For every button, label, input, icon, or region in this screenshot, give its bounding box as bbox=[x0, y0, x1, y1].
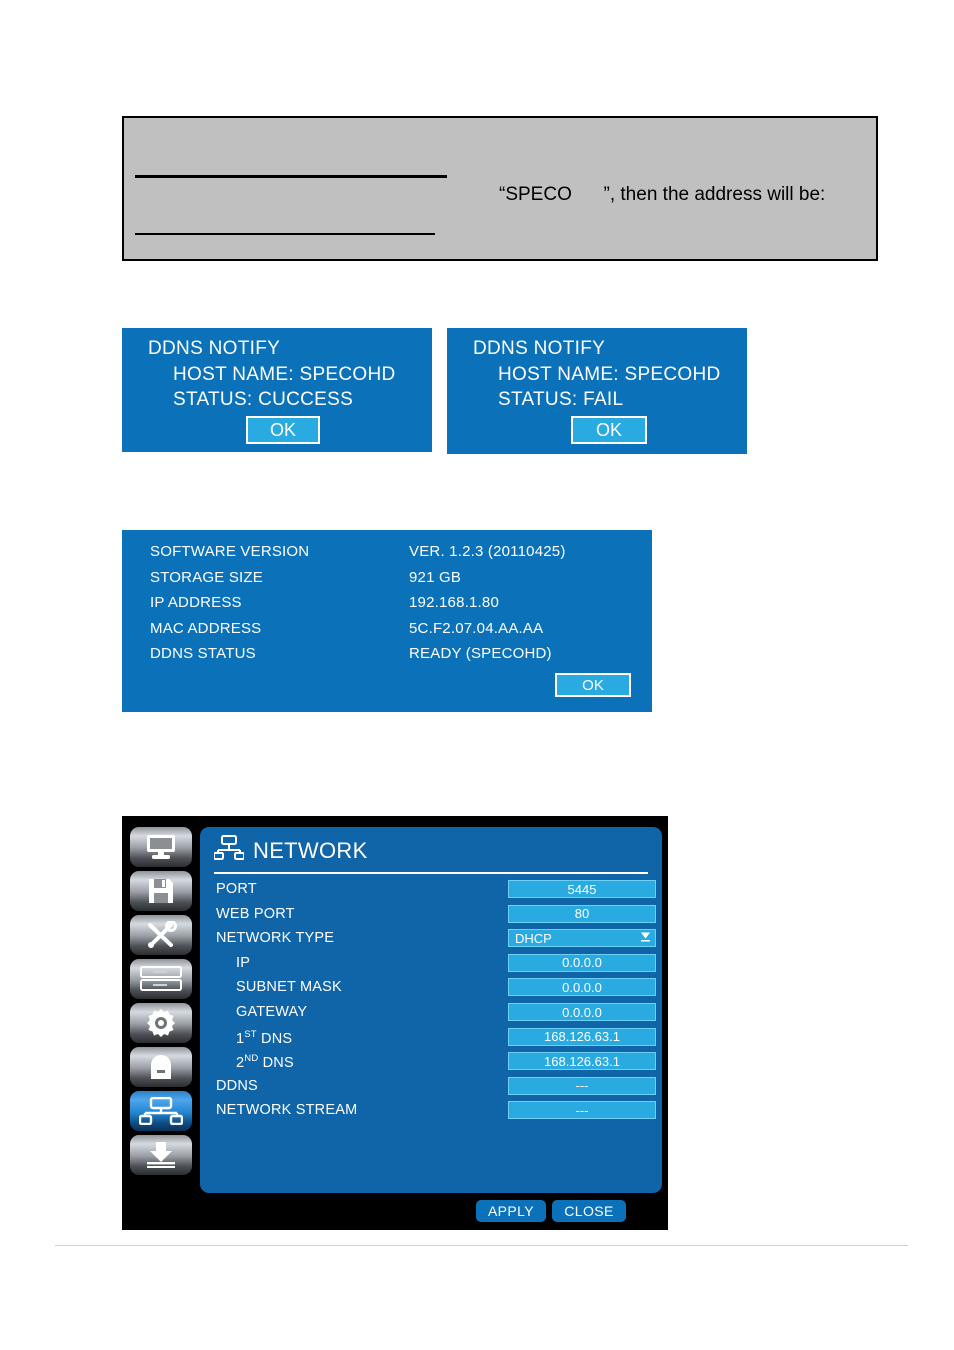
setting-label: GATEWAY bbox=[236, 1004, 308, 1020]
sidebar-security-lock-icon[interactable] bbox=[130, 1047, 192, 1087]
network-setting-row: PORT 5445 bbox=[200, 879, 662, 902]
network-setting-row: DDNS --- bbox=[200, 1076, 662, 1099]
ddns-host-name: HOST NAME: SPECOHD bbox=[173, 364, 396, 385]
network-icon bbox=[213, 835, 245, 866]
network-settings-panel: NETWORK PORT 5445 WEB PORT 80 NETWORK TYPE DH… bbox=[200, 827, 662, 1193]
close-button[interactable]: CLOSE bbox=[552, 1200, 626, 1222]
ddns-title: DDNS NOTIFY bbox=[148, 338, 281, 359]
setting-value: 5445 bbox=[567, 881, 597, 897]
system-info-label: MAC ADDRESS bbox=[150, 619, 262, 637]
setting-value: --- bbox=[575, 1102, 589, 1118]
security-lock-icon bbox=[147, 1053, 175, 1081]
network-setting-row: WEB PORT 80 bbox=[200, 904, 662, 927]
system-gear-icon bbox=[147, 1009, 175, 1037]
chevron-down-icon[interactable] bbox=[640, 932, 651, 945]
backup-download-icon bbox=[145, 1141, 177, 1169]
system-info-value: READY (SPECOHD) bbox=[409, 645, 552, 662]
network-setting-row: NETWORK TYPE DHCP bbox=[200, 928, 662, 951]
setting-value-field[interactable]: 80 bbox=[508, 904, 656, 923]
setting-label: PORT bbox=[216, 881, 257, 897]
ddns-host-name: HOST NAME: SPECOHD bbox=[498, 364, 721, 385]
sidebar-backup-download-icon[interactable] bbox=[130, 1135, 192, 1175]
network-setting-row: GATEWAY 0.0.0.0 bbox=[200, 1002, 662, 1025]
setting-label: SUBNET MASK bbox=[236, 979, 342, 996]
footer-rule bbox=[55, 1245, 908, 1246]
setting-label: NETWORK TYPE bbox=[216, 930, 335, 947]
network-setting-row: NETWORK STREAM --- bbox=[200, 1100, 662, 1123]
ddns-notify-success-dialog: DDNS NOTIFY HOST NAME: SPECOHD STATUS: C… bbox=[122, 328, 432, 452]
dialog-button-bar: APPLY CLOSE bbox=[200, 1200, 662, 1222]
tools-icon bbox=[145, 921, 177, 949]
ddns-title: DDNS NOTIFY bbox=[473, 338, 606, 359]
setting-label: WEB PORT bbox=[216, 905, 295, 922]
system-info-value: 921 GB bbox=[409, 568, 462, 586]
system-info-panel: SOFTWARE VERSION VER. 1.2.3 (20110425) STO… bbox=[122, 530, 652, 712]
network-setup-dialog: NETWORK PORT 5445 WEB PORT 80 NETWORK TYPE DH… bbox=[122, 816, 668, 1230]
system-info-value: VER. 1.2.3 (20110425) bbox=[409, 543, 566, 560]
note-box: “SPECO ”, then the address will be: bbox=[122, 116, 878, 261]
setting-label: IP bbox=[236, 954, 251, 971]
setting-select[interactable]: DHCP bbox=[508, 929, 656, 948]
setting-value-field[interactable]: 0.0.0.0 bbox=[508, 1003, 656, 1021]
note-text: “SPECO ”, then the address will be: bbox=[499, 184, 826, 205]
setting-value-field[interactable]: 0.0.0.0 bbox=[508, 953, 656, 972]
display-icon bbox=[144, 834, 178, 860]
page-title: NETWORK bbox=[253, 837, 368, 863]
setting-value-field[interactable]: 5445 bbox=[508, 880, 656, 898]
setup-sidebar bbox=[130, 827, 192, 1179]
record-save-icon bbox=[147, 878, 175, 904]
sidebar-display-icon[interactable] bbox=[130, 827, 192, 867]
network-panel-header: NETWORK bbox=[213, 835, 368, 866]
setting-label: DDNS bbox=[216, 1077, 258, 1094]
ok-button[interactable]: OK bbox=[246, 416, 320, 444]
sidebar-tools-icon[interactable] bbox=[130, 915, 192, 955]
ddns-notify-fail-dialog: DDNS NOTIFY HOST NAME: SPECOHD STATUS: F… bbox=[447, 328, 747, 454]
setting-value-field[interactable]: --- bbox=[508, 1076, 656, 1095]
sidebar-device-list-icon[interactable] bbox=[130, 959, 192, 999]
sidebar-network-icon[interactable] bbox=[130, 1091, 192, 1131]
device-list-icon bbox=[140, 966, 182, 992]
system-info-label: STORAGE SIZE bbox=[150, 568, 263, 586]
setting-label: NETWORK STREAM bbox=[216, 1102, 358, 1119]
setting-value-field[interactable]: 168.126.63.1 bbox=[508, 1027, 656, 1046]
setting-label: 1ST DNS bbox=[236, 1028, 293, 1047]
ok-button[interactable]: OK bbox=[555, 673, 631, 697]
system-info-value: 192.168.1.80 bbox=[409, 594, 499, 611]
system-info-label: DDNS STATUS bbox=[150, 645, 256, 662]
setting-value-field[interactable]: --- bbox=[508, 1101, 656, 1120]
setting-value: DHCP bbox=[515, 930, 552, 946]
setting-value: 0.0.0.0 bbox=[562, 955, 602, 971]
setting-label: 2ND DNS bbox=[236, 1053, 294, 1072]
note-rule-top bbox=[135, 175, 447, 178]
setting-value: 168.126.63.1 bbox=[544, 1029, 620, 1045]
setting-value: 80 bbox=[574, 906, 590, 922]
setting-value: 0.0.0.0 bbox=[562, 979, 602, 995]
sidebar-record-save-icon[interactable] bbox=[130, 871, 192, 911]
sidebar-system-gear-icon[interactable] bbox=[130, 1003, 192, 1043]
network-setting-row: SUBNET MASK 0.0.0.0 bbox=[200, 977, 662, 1000]
setting-value: 0.0.0.0 bbox=[562, 1004, 602, 1020]
apply-button[interactable]: APPLY bbox=[476, 1200, 546, 1222]
note-rule-bottom bbox=[135, 233, 435, 235]
system-info-label: SOFTWARE VERSION bbox=[150, 543, 310, 560]
setting-value: 168.126.63.1 bbox=[544, 1053, 620, 1069]
ok-button[interactable]: OK bbox=[571, 416, 647, 444]
network-setting-row: IP 0.0.0.0 bbox=[200, 953, 662, 976]
ddns-status: STATUS: CUCCESS bbox=[173, 389, 354, 410]
network-icon bbox=[139, 1097, 183, 1125]
setting-value-field[interactable]: 168.126.63.1 bbox=[508, 1052, 656, 1071]
ddns-status: STATUS: FAIL bbox=[498, 389, 624, 410]
network-setting-row: 2ND DNS 168.126.63.1 bbox=[200, 1051, 662, 1074]
system-info-label: IP ADDRESS bbox=[150, 594, 242, 611]
network-setting-row: 1ST DNS 168.126.63.1 bbox=[200, 1027, 662, 1050]
header-divider bbox=[214, 872, 648, 874]
setting-value-field[interactable]: 0.0.0.0 bbox=[508, 978, 656, 997]
system-info-value: 5C.F2.07.04.AA.AA bbox=[409, 619, 544, 637]
setting-value: --- bbox=[575, 1078, 589, 1094]
